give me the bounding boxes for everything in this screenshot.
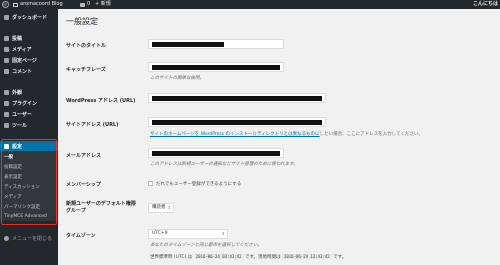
sidebar-item-comments[interactable]: コメント: [0, 66, 58, 76]
default-role-value: 購読者: [152, 205, 166, 210]
sidebar-item-dashboard[interactable]: ダッシュボード: [0, 12, 58, 22]
default-role-select[interactable]: 購読者 ⇕: [148, 203, 174, 213]
sidebar-item-label: 投稿: [12, 35, 23, 42]
page-icon: [4, 57, 9, 63]
brush-icon: [4, 89, 9, 95]
sidebar-item-users[interactable]: ユーザー: [0, 109, 58, 119]
site-name-label: aromacoord Blog: [20, 1, 63, 7]
wp-address-input[interactable]: [148, 93, 326, 103]
site-title-label: サイトのタイトル: [66, 43, 107, 49]
settings-icon: [4, 143, 9, 149]
submenu-item-general[interactable]: 一般: [4, 154, 13, 160]
wordpress-logo-icon[interactable]: W: [2, 1, 9, 8]
admin-bar: W aromacoord Blog 0 + 新規 こんにちは: [0, 0, 500, 9]
redacted-text: [152, 65, 280, 70]
tagline-input[interactable]: [148, 62, 284, 72]
main-content: 一般設定 サイトのタイトル キャッチフレーズ このサイトの簡単な説明。 Word…: [58, 9, 500, 265]
utc-mid: です。現地時間は: [244, 255, 281, 260]
sidebar-item-plugins[interactable]: プラグイン: [0, 98, 58, 108]
email-description: このアドレスは新規ユーザーの通知などサイト管理のために使われます。: [150, 162, 298, 167]
settings-submenu: 一般 投稿設定 表示設定 ディスカッション メディア パーマリンク設定 Tiny…: [0, 151, 58, 221]
tagline-description: このサイトの簡単な説明。: [150, 76, 204, 81]
sidebar-item-media[interactable]: メディア: [0, 44, 58, 54]
submenu-item-tinymce-advanced[interactable]: TinyMCE Advanced: [4, 214, 47, 219]
submenu-item-permalinks[interactable]: パーマリンク設定: [4, 204, 40, 210]
timezone-select[interactable]: UTC+9 ⇕: [148, 229, 228, 239]
site-address-label: サイトアドレス (URL): [66, 122, 119, 128]
page-title: 一般設定: [66, 17, 98, 26]
utc-prefix: 世界標準時 (UTC) は: [150, 255, 193, 260]
admin-bar-site-name[interactable]: aromacoord Blog: [13, 0, 63, 9]
sidebar-item-posts[interactable]: 投稿: [0, 33, 58, 43]
redacted-text: [152, 120, 322, 125]
admin-sidebar: ダッシュボード 投稿 メディア 固定ページ コメント 外観 プラグイン ユーザー…: [0, 9, 58, 265]
timezone-description: あなたのタイムゾーンと同じ都市を選択してください。: [150, 243, 262, 248]
sidebar-item-label: 設定: [12, 143, 23, 150]
redacted-text: [152, 96, 322, 101]
site-address-description: サイトのホームページを WordPress のインストールディレクトリとは異なる…: [150, 131, 423, 137]
home-icon: [13, 2, 18, 7]
sidebar-item-label: ダッシュボード: [12, 14, 48, 21]
tagline-label: キャッチフレーズ: [66, 67, 106, 73]
submenu-item-discussion[interactable]: ディスカッション: [4, 184, 40, 190]
admin-bar-new-button[interactable]: + 新規: [95, 0, 111, 9]
sidebar-item-label: プラグイン: [12, 100, 38, 107]
wp-address-label: WordPress アドレス (URL): [66, 98, 136, 104]
site-address-input[interactable]: [148, 117, 326, 127]
timezone-label: タイムゾーン: [66, 233, 96, 239]
sidebar-item-appearance[interactable]: 外観: [0, 87, 58, 97]
sidebar-item-settings[interactable]: 設定: [0, 141, 58, 151]
user-icon: [4, 111, 9, 117]
admin-bar-comments[interactable]: 0: [80, 0, 90, 9]
redacted-text: [152, 42, 224, 47]
sidebar-item-label: メディア: [12, 46, 32, 53]
default-role-label: 新規ユーザーのデフォルト権限: [66, 201, 136, 207]
sidebar-item-label: ユーザー: [12, 111, 32, 118]
select-arrows-icon: ⇕: [221, 231, 225, 236]
sidebar-item-tools[interactable]: ツール: [0, 120, 58, 130]
submenu-item-reading[interactable]: 表示設定: [4, 174, 22, 180]
membership-checkbox-label: だれでもユーザー登録ができるようにする: [156, 182, 242, 187]
timezone-value: UTC+9: [152, 231, 168, 236]
membership-checkbox[interactable]: [148, 181, 153, 186]
collapse-menu-button[interactable]: メニューを閉じる: [0, 233, 58, 243]
membership-label: メンバーシップ: [66, 182, 101, 188]
dashboard-icon: [4, 14, 9, 20]
media-icon: [4, 46, 9, 52]
email-input[interactable]: [148, 148, 284, 158]
select-arrows-icon: ⇕: [167, 205, 171, 210]
sidebar-item-label: ツール: [12, 122, 28, 129]
sidebar-item-label: 固定ページ: [12, 57, 37, 64]
wrench-icon: [4, 122, 9, 128]
local-time-value: 2016-06-24 12:43:42: [281, 254, 332, 259]
pin-icon: [4, 35, 9, 41]
collapse-menu-label: メニューを閉じる: [12, 235, 53, 242]
site-title-input[interactable]: [148, 39, 284, 49]
site-address-help-link[interactable]: サイトのホームページを WordPress のインストールディレクトリとは異なる…: [150, 132, 320, 137]
utc-time-line: 世界標準時 (UTC) は 2016-06-24 03:43:42 です。現地時…: [150, 254, 346, 260]
sidebar-item-label: 外観: [12, 89, 23, 96]
utc-time-value: 2016-06-24 03:43:42: [193, 254, 244, 259]
comment-icon: [4, 68, 9, 74]
collapse-arrow-icon: [4, 235, 9, 241]
plugin-icon: [4, 100, 9, 106]
comment-bubble-icon: [80, 2, 85, 7]
submenu-item-writing[interactable]: 投稿設定: [4, 164, 22, 170]
sidebar-item-label: コメント: [12, 68, 33, 75]
comment-count: 0: [87, 1, 91, 7]
default-role-label-line2: グループ: [66, 208, 86, 214]
redacted-text: [152, 151, 280, 156]
submenu-item-media[interactable]: メディア: [4, 194, 22, 200]
admin-bar-account[interactable]: こんにちは: [473, 0, 498, 9]
email-label: メールアドレス: [66, 153, 102, 159]
utc-suffix: です。: [333, 255, 347, 260]
site-address-description-rest: したい場合、ここにアドレスを入力してください。: [319, 132, 423, 137]
sidebar-item-pages[interactable]: 固定ページ: [0, 55, 58, 65]
